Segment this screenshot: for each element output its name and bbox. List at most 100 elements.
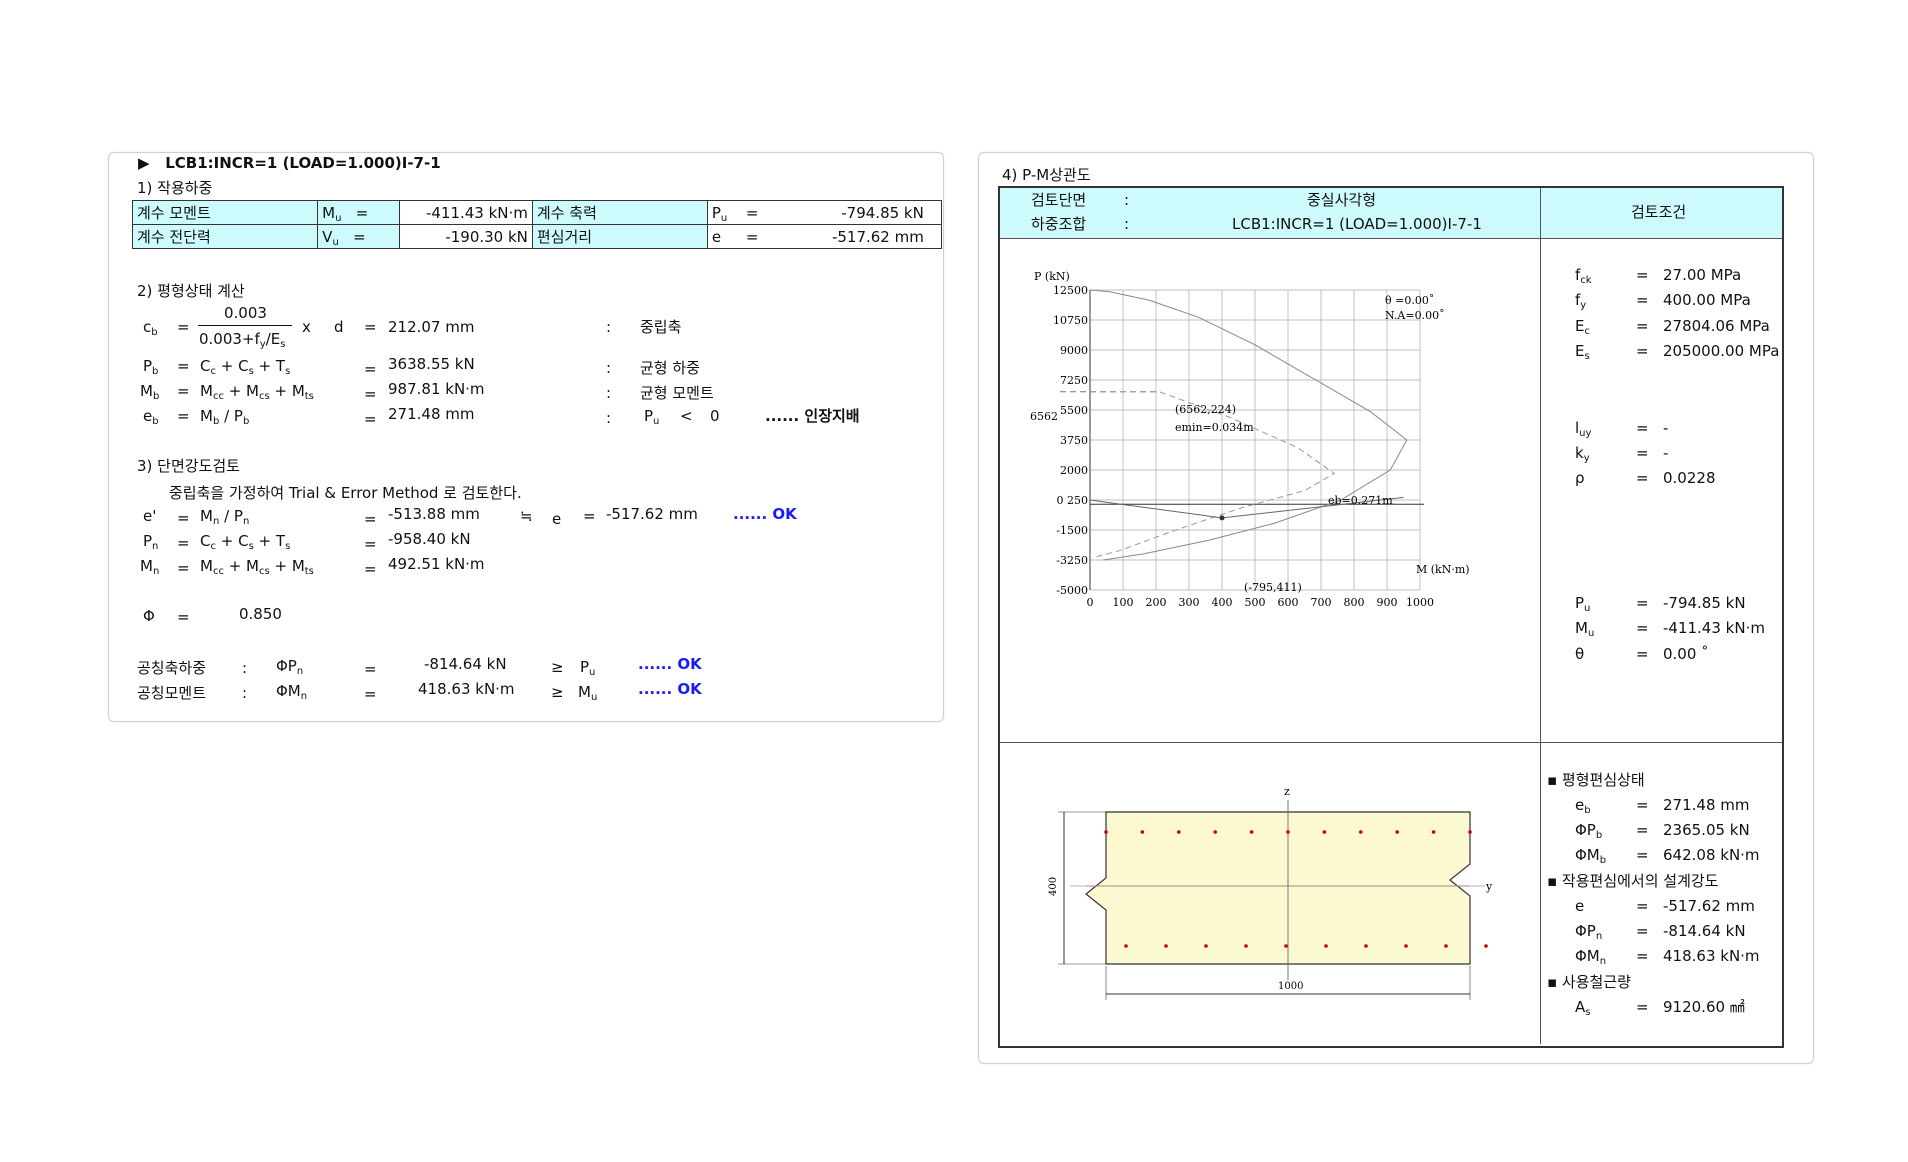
param-eq: = [1636, 821, 1649, 839]
ep-formula: Mn / Pn [200, 507, 250, 527]
y-tick-label: 9000 [1060, 344, 1088, 357]
y-tick-label: -1500 [1056, 524, 1088, 537]
param-symbol: ΦMn [1575, 947, 1607, 967]
mn-eq2: = [364, 560, 377, 578]
ep-ok: ...... OK [733, 505, 797, 523]
param-eq: = [1636, 998, 1649, 1016]
pb-colon: : [606, 359, 612, 377]
x-tick-label: 300 [1179, 596, 1200, 609]
eb-label: eb [143, 407, 159, 427]
param-eq: = [1636, 922, 1649, 940]
mb-eq: = [177, 382, 190, 400]
mb-label: Mb [140, 382, 160, 402]
eb-annotation: eb=0.271m [1328, 494, 1393, 507]
rebar-dot [1404, 944, 1408, 948]
param-group-title: ▪ 작용편심에서의 설계강도 [1547, 872, 1719, 890]
y-tick-label: 2000 [1060, 464, 1088, 477]
head-l2: 하중조합 [1031, 215, 1087, 233]
eb-result: ...... 인장지배 [765, 407, 860, 425]
param-eq: = [1636, 419, 1649, 437]
y-tick-label: 5500 [1060, 404, 1088, 417]
rebar-dot [1324, 944, 1328, 948]
table-cell: -190.30 kN [399, 224, 533, 249]
x-tick-label: 100 [1113, 596, 1134, 609]
cb-eq: = [177, 318, 190, 336]
section-outline [1085, 811, 1471, 965]
rebar-dot [1484, 944, 1488, 948]
table-cell: 편심거리 [531, 224, 708, 249]
rebar-dot [1124, 944, 1128, 948]
mn-value: 492.51 kN·m [388, 555, 485, 573]
param-symbol: fy [1575, 291, 1587, 312]
x-tick-label: 0 [1087, 596, 1094, 609]
cb-d: d [334, 318, 344, 336]
pb-eq2: = [364, 360, 377, 378]
eb-lt: < [680, 407, 693, 425]
param-value: 418.63 kN·m [1663, 947, 1760, 965]
pm-chart: 0 100 200 300 400 500 600 700 800 900 1000 12500 107… [1030, 270, 1470, 609]
eb-value: 271.48 mm [388, 405, 475, 423]
param-symbol: ky [1575, 444, 1590, 464]
x-axis-label: M (kN·m) [1416, 563, 1470, 576]
rebar-dot [1431, 830, 1436, 834]
axial-label: 공칭축하중 [137, 659, 207, 677]
param-eq: = [1636, 796, 1649, 814]
eb-eq: = [177, 407, 190, 425]
head-cond: 검토조건 [1631, 203, 1687, 221]
rebar-dot [1322, 830, 1327, 834]
table-cell: Mu = [317, 200, 401, 225]
mb-eq2: = [364, 385, 377, 403]
y-axis-label: P (kN) [1034, 270, 1070, 283]
y-label: y [1485, 880, 1493, 893]
param-eq: = [1636, 266, 1649, 284]
param-value: 271.48 mm [1663, 796, 1750, 814]
moment-colon: : [242, 684, 248, 702]
param-value: 9120.60 ㎟ [1663, 998, 1745, 1016]
param-symbol: Es [1575, 341, 1590, 362]
mn-eq: = [177, 559, 190, 577]
pn-eq: = [177, 534, 190, 552]
balanced-annotation: (6562,224) [1175, 403, 1236, 416]
x-tick-label: 900 [1377, 596, 1398, 609]
table-cell: 계수 모멘트 [131, 200, 319, 225]
axial-value: -814.64 kN [424, 655, 507, 673]
param-symbol: ΦPb [1575, 821, 1603, 841]
param-eq: = [1636, 594, 1649, 612]
param-group-title: ▪ 사용철근량 [1547, 973, 1631, 991]
y-tick-label: 7250 [1060, 374, 1088, 387]
phi-eq: = [177, 608, 190, 626]
pb-eq: = [177, 357, 190, 375]
table-row: 계수 모멘트 Mu = -411.43 kN·m 계수 축력 Pu = -794.8… [131, 200, 943, 225]
mn-formula: Mcc + Mcs + Mts [200, 557, 314, 577]
param-group-title: ▪ 평형편심상태 [1547, 771, 1645, 789]
section-title-equilibrium: 2) 평형상태 계산 [137, 282, 245, 300]
param-eq: = [1636, 619, 1649, 638]
moment-ok: ...... OK [638, 680, 702, 698]
rebar-dot [1286, 830, 1290, 834]
rebar-dot [1204, 944, 1208, 948]
phi-value: 0.850 [239, 605, 282, 623]
rebar-dot [1395, 830, 1399, 834]
param-value: -517.62 mm [1663, 897, 1755, 915]
mb-desc: 균형 모멘트 [640, 384, 714, 402]
param-value: - [1663, 419, 1669, 437]
method-note: 중립축을 가정하여 Trial & Error Method 로 검토한다. [169, 484, 522, 502]
moment-cmp: Mu [578, 683, 598, 703]
ep-eq2: = [364, 510, 377, 528]
x-tick-label: 200 [1146, 596, 1167, 609]
section-title-strength: 3) 단면강도검토 [137, 457, 240, 475]
cb-eq2: = [364, 318, 377, 336]
moment-value: 418.63 kN·m [418, 680, 515, 698]
table-row: 계수 전단력 Vu = -190.30 kN 편심거리 e = -517.62 mm [131, 224, 943, 249]
param-value: -411.43 kN·m [1663, 619, 1765, 638]
y-tick-label: 10750 [1053, 314, 1088, 327]
param-eq: = [1636, 291, 1649, 310]
na-annotation: N.A=0.00˚ [1385, 309, 1445, 322]
moment-ge: ≥ [551, 683, 564, 701]
triangle-bullet-icon: ▶ [138, 154, 150, 172]
param-symbol: ρ [1575, 469, 1585, 487]
divider-header [1000, 238, 1782, 239]
mb-colon: : [606, 384, 612, 402]
eb-eq2: = [364, 410, 377, 428]
theta-annotation: θ =0.00˚ [1385, 294, 1434, 307]
